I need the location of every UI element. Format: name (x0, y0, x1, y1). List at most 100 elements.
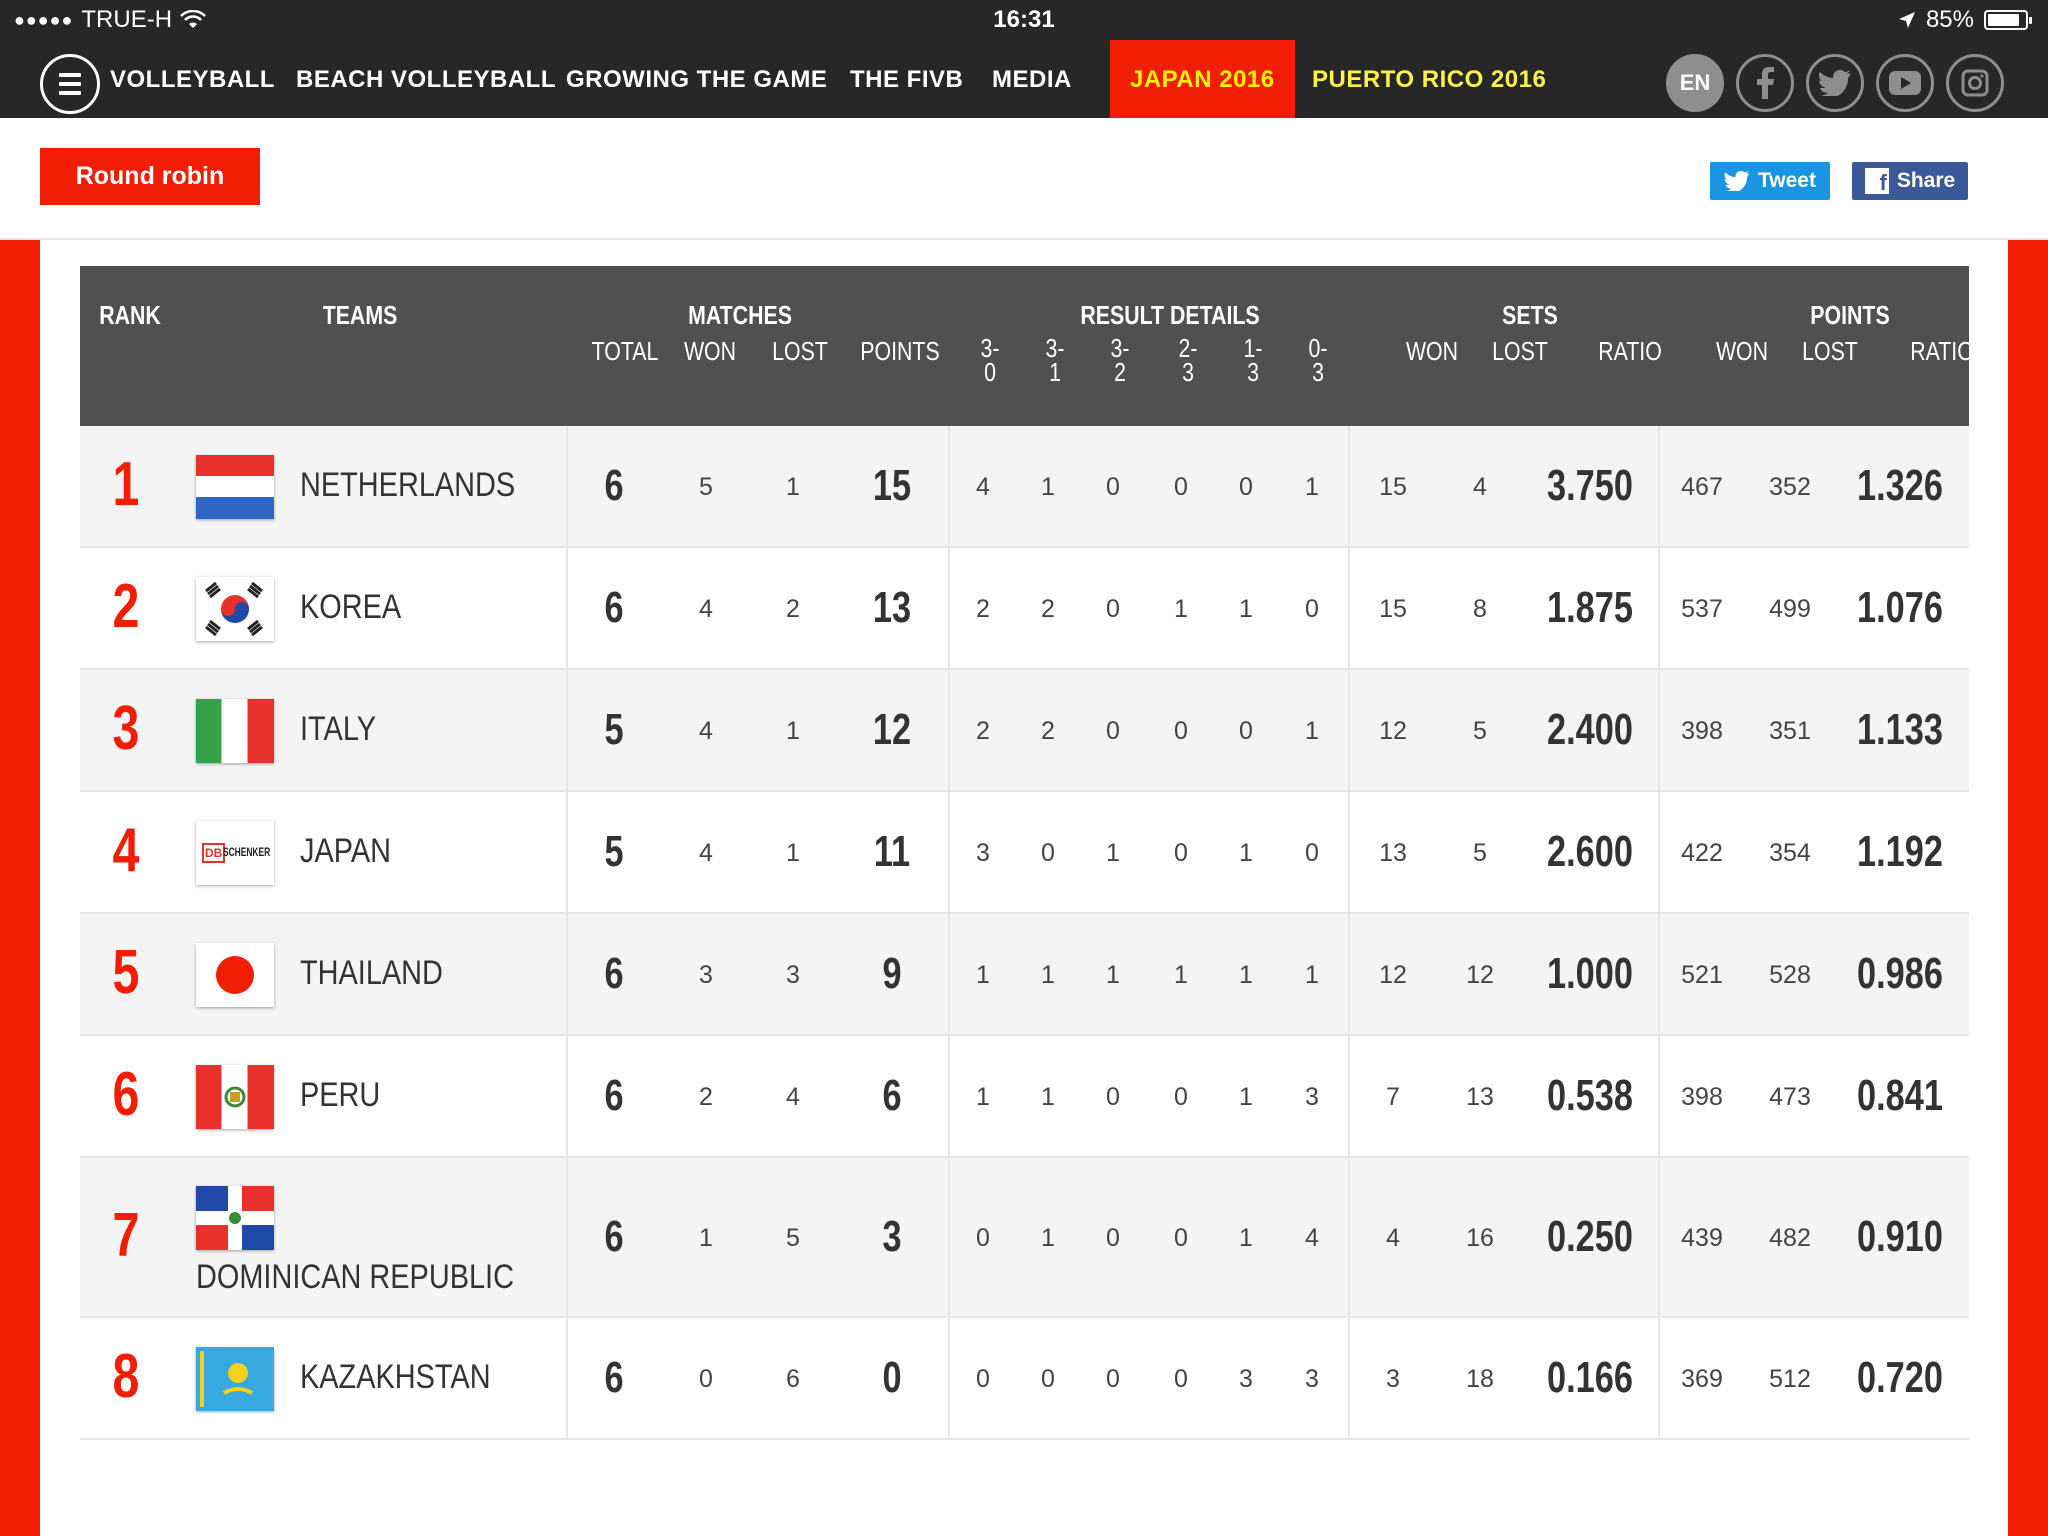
nav-item-puerto-rico-2016[interactable]: PUERTO RICO 2016 (1312, 66, 1546, 94)
korea-flag-icon (196, 577, 274, 641)
cell-sets-lost: 16 (1466, 1224, 1494, 1252)
cell-r23: 0 (1174, 1083, 1188, 1111)
cell-lost: 1 (786, 473, 800, 501)
column-divider (948, 670, 950, 790)
netherlands-flag-icon (196, 455, 274, 519)
japan-flag-icon (196, 943, 274, 1007)
cell-r13: 3 (1239, 1365, 1253, 1393)
cell-lost: 2 (786, 595, 800, 623)
cell-won: 1 (699, 1224, 713, 1252)
nav-item-growing-the-game[interactable]: GROWING THE GAME (566, 66, 827, 94)
cell-r32: 0 (1106, 1224, 1120, 1252)
cell-won: 5 (699, 473, 713, 501)
cell-r03: 1 (1305, 473, 1319, 501)
db-logo-text: SCHENKER (223, 845, 271, 859)
cell-lost: 5 (786, 1224, 800, 1252)
header-matches-won: WON (683, 336, 737, 366)
cell-r30: 2 (976, 595, 990, 623)
language-button[interactable]: EN (1666, 54, 1724, 112)
rank-number: 3 (112, 694, 140, 763)
table-row: 8 KAZAKHSTAN 6 0 6 0 0 0 0 0 3 3 3 18 0.166 369 512 0.720 (80, 1318, 1969, 1440)
cell-sets-lost: 5 (1473, 839, 1487, 867)
clock: 16:31 (993, 6, 1055, 33)
cell-r32: 0 (1106, 717, 1120, 745)
italy-flag-icon (196, 699, 274, 763)
column-divider (1658, 914, 1660, 1034)
cell-sets-ratio: 1.000 (1547, 949, 1633, 998)
column-divider (566, 792, 568, 912)
header-1-3: 1- 3 (1243, 333, 1263, 387)
cell-total: 6 (604, 583, 624, 632)
nav-item-volleyball[interactable]: VOLLEYBALL (110, 66, 275, 94)
cell-r32: 0 (1106, 595, 1120, 623)
dominican-republic-flag-icon (196, 1186, 274, 1250)
table-row: 2 KOREA 6 4 2 13 2 2 0 1 1 0 15 8 1.875 537 499 1.076 (80, 548, 1969, 670)
facebook-icon[interactable] (1736, 54, 1794, 112)
nav-item-beach-volleyball[interactable]: BEACH VOLLEYBALL (296, 66, 556, 94)
cell-pts-won: 521 (1681, 961, 1723, 989)
header-points-won: WON (1715, 336, 1769, 366)
column-divider (566, 670, 568, 790)
cell-r31: 0 (1041, 1365, 1055, 1393)
column-divider (948, 1318, 950, 1438)
cell-r03: 1 (1305, 961, 1319, 989)
cell-r32: 0 (1106, 1365, 1120, 1393)
twitter-icon[interactable] (1806, 54, 1864, 112)
nav-item-the-fivb[interactable]: THE FIVB (850, 66, 963, 94)
cell-pts-lost: 499 (1769, 595, 1811, 623)
column-divider (1658, 792, 1660, 912)
cell-points: 6 (882, 1071, 902, 1120)
share-button[interactable]: f Share (1852, 162, 1968, 200)
instagram-icon[interactable] (1946, 54, 2004, 112)
table-row: 3 ITALY 5 4 1 12 2 2 0 0 0 1 12 5 2.400 398 351 1.133 (80, 670, 1969, 792)
header-points-lost: LOST (1802, 336, 1858, 366)
cell-pts-ratio: 1.133 (1857, 705, 1943, 754)
cell-r31: 2 (1041, 595, 1055, 623)
cell-r31: 2 (1041, 717, 1055, 745)
cell-r03: 0 (1305, 839, 1319, 867)
team-name: DOMINICAN REPUBLIC (196, 1258, 514, 1296)
cell-sets-won: 7 (1386, 1083, 1400, 1111)
cell-sets-won: 15 (1379, 473, 1407, 501)
column-divider (1658, 1158, 1660, 1316)
cell-won: 3 (699, 961, 713, 989)
cell-pts-won: 467 (1681, 473, 1723, 501)
nav-item-japan-2016[interactable]: JAPAN 2016 (1110, 40, 1295, 118)
cell-points: 3 (882, 1212, 902, 1261)
menu-icon[interactable] (40, 54, 100, 114)
cell-sets-lost: 8 (1473, 595, 1487, 623)
team-name: PERU (300, 1076, 381, 1114)
cell-points: 13 (872, 583, 912, 632)
cell-sets-lost: 5 (1473, 717, 1487, 745)
kazakhstan-flag-icon (196, 1347, 274, 1411)
column-divider (566, 914, 568, 1034)
round-robin-button[interactable]: Round robin (40, 148, 260, 205)
rank-number: 7 (112, 1201, 140, 1270)
cell-sets-won: 3 (1386, 1365, 1400, 1393)
nav-item-media[interactable]: MEDIA (992, 66, 1072, 94)
cell-sets-lost: 12 (1466, 961, 1494, 989)
column-divider (1348, 548, 1350, 668)
cell-sets-ratio: 0.166 (1547, 1353, 1633, 1402)
cell-r23: 0 (1174, 1224, 1188, 1252)
location-arrow-icon (1898, 12, 1915, 28)
cell-total: 6 (604, 1212, 624, 1261)
youtube-icon[interactable] (1876, 54, 1934, 112)
cell-r03: 4 (1305, 1224, 1319, 1252)
cell-r31: 1 (1041, 473, 1055, 501)
header-2-3: 2- 3 (1178, 333, 1198, 387)
header-teams: TEAMS (322, 300, 398, 330)
tweet-button[interactable]: Tweet (1710, 162, 1830, 200)
header-points-col: POINTS (860, 336, 940, 366)
cell-pts-ratio: 1.192 (1857, 827, 1943, 876)
cell-won: 4 (699, 717, 713, 745)
rank-number: 1 (112, 450, 140, 519)
cell-sets-won: 15 (1379, 595, 1407, 623)
cell-lost: 3 (786, 961, 800, 989)
cell-won: 2 (699, 1083, 713, 1111)
header-points: POINTS (1810, 300, 1890, 330)
cell-r03: 3 (1305, 1083, 1319, 1111)
table-row: 6 PERU 6 2 4 6 1 1 0 0 1 3 7 13 0.538 398 473 0.841 (80, 1036, 1969, 1158)
column-divider (1348, 914, 1350, 1034)
column-divider (1348, 670, 1350, 790)
